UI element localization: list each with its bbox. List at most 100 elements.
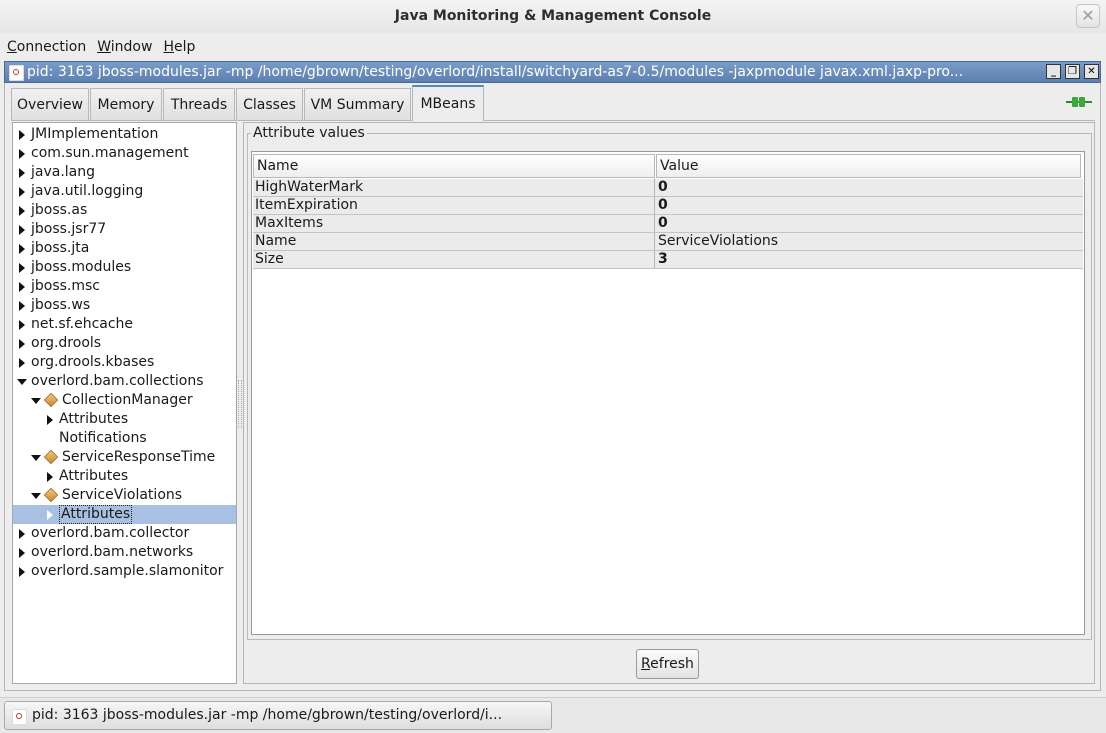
tree-node-label: Attributes xyxy=(59,468,129,484)
split-pane-divider[interactable] xyxy=(238,380,242,428)
table-row[interactable]: ItemExpiration 0 xyxy=(253,197,1083,215)
tree-node[interactable]: jboss.as xyxy=(13,201,236,220)
tree-node[interactable]: overlord.bam.networks xyxy=(13,543,236,562)
tree-node[interactable]: overlord.bam.collections xyxy=(13,372,236,391)
tree-node-label: overlord.bam.collections xyxy=(31,373,204,389)
table-row[interactable]: Size 3 xyxy=(253,251,1083,269)
window-task-button[interactable]: pid: 3163 jboss-modules.jar -mp /home/gb… xyxy=(4,701,552,730)
tree-node[interactable]: overlord.bam.collector xyxy=(13,524,236,543)
tree-node-label: com.sun.management xyxy=(31,145,189,161)
tree-node-label: Attributes xyxy=(59,505,133,524)
tab-vm-summary[interactable]: VM Summary xyxy=(304,88,411,120)
attribute-value-cell[interactable]: 0 xyxy=(656,197,1083,214)
mbean-icon xyxy=(43,487,59,503)
tree-node[interactable]: Attributes xyxy=(13,410,236,429)
tree-node[interactable]: overlord.sample.slamonitor xyxy=(13,562,236,581)
tree-node[interactable]: ServiceResponseTime xyxy=(13,448,236,467)
tree-node[interactable]: Attributes xyxy=(13,467,236,486)
java-icon xyxy=(12,709,27,725)
expand-triangle-icon[interactable] xyxy=(19,529,25,539)
expand-triangle-icon[interactable] xyxy=(47,472,53,482)
tree-node[interactable]: jboss.ws xyxy=(13,296,236,315)
collapse-triangle-icon[interactable] xyxy=(31,455,41,461)
column-header-name[interactable]: Name xyxy=(253,154,655,178)
table-row[interactable]: HighWaterMark 0 xyxy=(253,179,1083,197)
tree-node-label: jboss.ws xyxy=(31,297,91,313)
expand-triangle-icon[interactable] xyxy=(19,149,25,159)
tree-node[interactable]: CollectionManager xyxy=(13,391,236,410)
window-title: Java Monitoring & Management Console xyxy=(394,8,712,24)
tree-node[interactable]: JMImplementation xyxy=(13,125,236,144)
mbean-icon xyxy=(43,449,59,465)
tree-node[interactable]: jboss.jsr77 xyxy=(13,220,236,239)
tree-node[interactable]: java.util.logging xyxy=(13,182,236,201)
table-row[interactable]: MaxItems 0 xyxy=(253,215,1083,233)
tree-node[interactable]: Attributes xyxy=(13,505,236,524)
tree-node[interactable]: ServiceViolations xyxy=(13,486,236,505)
frame-restore-button[interactable]: ❐ xyxy=(1065,64,1080,79)
internal-frame-titlebar[interactable]: pid: 3163 jboss-modules.jar -mp /home/gb… xyxy=(4,61,1101,83)
tab-mbeans[interactable]: MBeans xyxy=(412,85,484,121)
expand-triangle-icon[interactable] xyxy=(19,358,25,368)
expand-triangle-icon[interactable] xyxy=(19,244,25,254)
attribute-value-cell[interactable]: 0 xyxy=(656,179,1083,196)
tree-node-label: Attributes xyxy=(59,411,129,427)
menu-help[interactable]: Help xyxy=(156,36,199,58)
expand-triangle-icon[interactable] xyxy=(19,187,25,197)
expand-triangle-icon[interactable] xyxy=(19,206,25,216)
tree-node[interactable]: com.sun.management xyxy=(13,144,236,163)
tree-node[interactable]: org.drools xyxy=(13,334,236,353)
tree-node-label: net.sf.ehcache xyxy=(31,316,134,332)
expand-triangle-icon[interactable] xyxy=(19,339,25,349)
mbean-tree[interactable]: JMImplementation com.sun.management java.l… xyxy=(12,122,237,684)
expand-triangle-icon[interactable] xyxy=(19,567,25,577)
frame-minimize-button[interactable]: _ xyxy=(1046,64,1061,79)
collapse-triangle-icon[interactable] xyxy=(31,493,41,499)
tree-node-label: jboss.modules xyxy=(31,259,132,275)
tab-classes[interactable]: Classes xyxy=(236,88,303,120)
tab-threads[interactable]: Threads xyxy=(163,88,235,120)
tree-node[interactable]: net.sf.ehcache xyxy=(13,315,236,334)
expand-triangle-icon[interactable] xyxy=(47,415,53,425)
tab-overview[interactable]: Overview xyxy=(11,88,89,120)
expand-triangle-icon[interactable] xyxy=(19,320,25,330)
tree-node-label: java.util.logging xyxy=(31,183,144,199)
attribute-value-cell[interactable]: 3 xyxy=(656,251,1083,268)
tree-node[interactable]: jboss.msc xyxy=(13,277,236,296)
tree-node[interactable]: org.drools.kbases xyxy=(13,353,236,372)
expand-triangle-icon[interactable] xyxy=(19,263,25,273)
attribute-value-cell[interactable]: 0 xyxy=(656,215,1083,232)
expand-triangle-icon[interactable] xyxy=(19,301,25,311)
menu-connection[interactable]: Connection xyxy=(0,36,90,58)
collapse-triangle-icon[interactable] xyxy=(17,379,27,385)
frame-close-button[interactable]: ✕ xyxy=(1084,64,1099,79)
expand-triangle-icon[interactable] xyxy=(19,225,25,235)
window-close-button[interactable]: ✕ xyxy=(1076,4,1100,28)
refresh-button[interactable]: Refresh xyxy=(636,649,699,679)
tab-memory[interactable]: Memory xyxy=(90,88,162,120)
attribute-value-cell[interactable]: ServiceViolations xyxy=(656,233,1083,250)
tree-node-label: jboss.jsr77 xyxy=(31,221,107,237)
expand-triangle-icon[interactable] xyxy=(19,130,25,140)
collapse-triangle-icon[interactable] xyxy=(31,398,41,404)
tab-baseline xyxy=(11,120,1095,121)
column-header-value[interactable]: Value xyxy=(656,154,1081,178)
expand-triangle-icon[interactable] xyxy=(19,168,25,178)
attribute-values-legend: Attribute values xyxy=(251,125,367,141)
expand-triangle-icon[interactable] xyxy=(47,510,53,520)
attribute-name-cell: MaxItems xyxy=(253,215,655,232)
tree-node[interactable]: jboss.modules xyxy=(13,258,236,277)
menu-bar: Connection Window Help xyxy=(0,36,1106,58)
tree-node[interactable]: Notifications xyxy=(13,429,236,448)
expand-triangle-icon[interactable] xyxy=(19,282,25,292)
attribute-name-cell: Name xyxy=(253,233,655,250)
tree-node-label: ServiceViolations xyxy=(62,487,183,503)
table-row[interactable]: Name ServiceViolations xyxy=(253,233,1083,251)
attribute-name-cell: ItemExpiration xyxy=(253,197,655,214)
expand-triangle-icon[interactable] xyxy=(19,548,25,558)
menu-window[interactable]: Window xyxy=(90,36,156,58)
task-label: pid: 3163 jboss-modules.jar -mp /home/gb… xyxy=(32,707,503,723)
connected-plug-icon xyxy=(1066,97,1092,107)
tree-node[interactable]: java.lang xyxy=(13,163,236,182)
tree-node[interactable]: jboss.jta xyxy=(13,239,236,258)
